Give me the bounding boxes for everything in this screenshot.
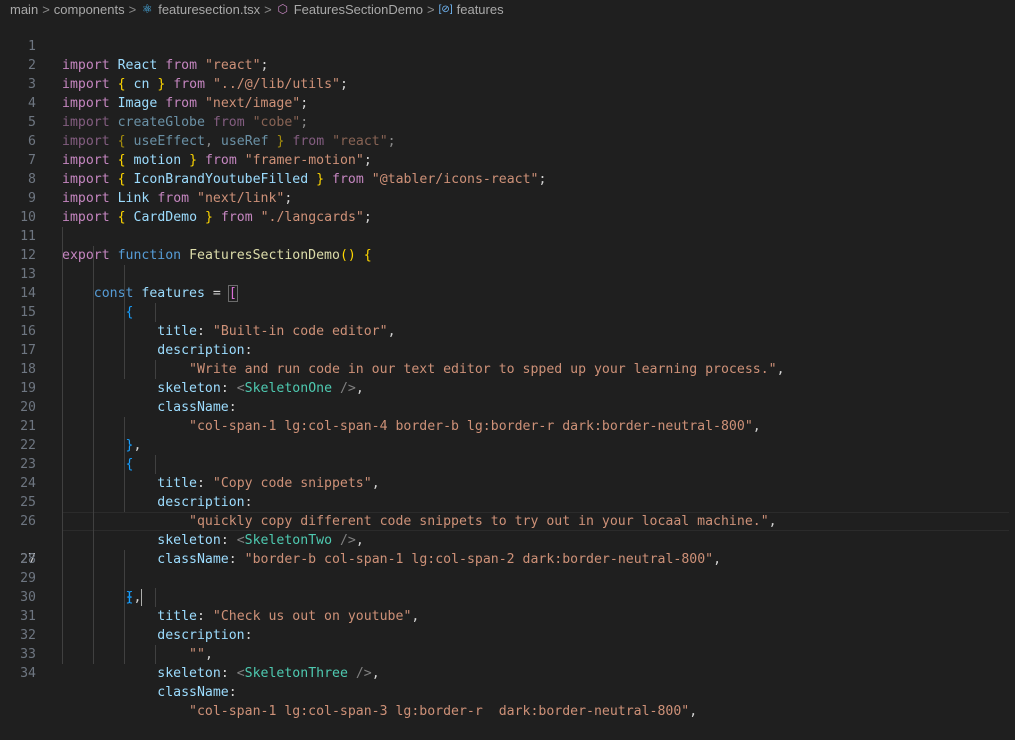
code-line[interactable]: 2 import { cn } from "../@/lib/utils"; xyxy=(0,37,1015,92)
variable-symbol-icon: [⊘] xyxy=(438,3,453,15)
breadcrumb-separator: > xyxy=(427,1,435,17)
breadcrumb-item-main[interactable]: main xyxy=(10,2,38,17)
code-line[interactable]: 29 title: "Check us out on youtube", xyxy=(0,550,1015,624)
code-line[interactable]: 4 import createGlobe from "cobe"; xyxy=(0,75,1015,130)
code-line[interactable]: 28 { xyxy=(0,531,1015,605)
breadcrumb-item-components[interactable]: components xyxy=(54,2,125,17)
breadcrumb-item-function[interactable]: FeaturesSectionDemo xyxy=(294,2,423,17)
code-line[interactable]: 9 import { CardDemo } from "./langcards"… xyxy=(0,170,1015,225)
code-line[interactable]: 20 }, xyxy=(0,379,1015,453)
code-line[interactable]: 31 "", xyxy=(0,588,1015,662)
code-line[interactable]: 12 const features = [ xyxy=(0,227,1015,302)
code-line[interactable]: 32 skeleton: <SkeletonThree />, xyxy=(0,607,1015,681)
code-line[interactable]: 15 description: xyxy=(0,284,1015,358)
code-line[interactable]: 6 import { motion } from "framer-motion"… xyxy=(0,113,1015,168)
code-line[interactable]: 34 "col-span-1 lg:col-span-3 lg:border-r… xyxy=(0,645,1015,719)
code-line[interactable]: 1 import React from "react"; xyxy=(0,18,1015,73)
code-line[interactable]: 30 description: xyxy=(0,569,1015,643)
code-line[interactable]: 7 import { IconBrandYoutubeFilled } from… xyxy=(0,132,1015,187)
breadcrumb-item-file[interactable]: featuresection.tsx xyxy=(158,2,260,17)
code-line[interactable]: 3 import Image from "next/image"; xyxy=(0,56,1015,111)
breadcrumb: main > components > ⚛ featuresection.tsx… xyxy=(0,0,1015,18)
breadcrumb-item-variable[interactable]: features xyxy=(457,2,504,17)
code-editor[interactable]: 1 import React from "react"; 2 import { … xyxy=(0,18,1015,719)
code-line[interactable]: 14 title: "Built-in code editor", xyxy=(0,265,1015,339)
code-line[interactable]: 10 xyxy=(0,189,1015,225)
breadcrumb-separator: > xyxy=(128,1,137,17)
breadcrumb-separator: > xyxy=(42,1,50,17)
function-symbol-icon: ⬡ xyxy=(277,2,288,16)
code-line-active[interactable]: 27 }, xyxy=(0,512,1015,606)
breadcrumb-separator: > xyxy=(264,1,272,17)
code-line[interactable]: 18 className: xyxy=(0,341,1015,415)
code-line[interactable]: 24 "quickly copy different code snippets… xyxy=(0,455,1015,529)
code-line[interactable]: 22 title: "Copy code snippets", xyxy=(0,417,1015,491)
line-number: 34 xyxy=(20,666,36,681)
react-file-icon: ⚛ xyxy=(141,2,153,16)
code-line[interactable]: 5 import { useEffect, useRef } from "rea… xyxy=(0,94,1015,149)
code-line[interactable]: 25 skeleton: <SkeletonTwo />, xyxy=(0,474,1015,548)
code-line[interactable]: 33 className: xyxy=(0,626,1015,700)
code-line[interactable]: 8 import Link from "next/link"; xyxy=(0,151,1015,206)
code-line[interactable]: 19 "col-span-1 lg:col-span-4 border-b lg… xyxy=(0,360,1015,434)
code-line[interactable]: 16 "Write and run code in our text edito… xyxy=(0,303,1015,377)
code-line[interactable]: 17 skeleton: <SkeletonOne />, xyxy=(0,322,1015,396)
code-line[interactable]: 23 description: xyxy=(0,436,1015,510)
code-line[interactable]: 13 { xyxy=(0,246,1015,320)
code-line[interactable]: 11 export function FeaturesSectionDemo()… xyxy=(0,208,1015,263)
code-line[interactable]: 21 { xyxy=(0,398,1015,472)
code-line[interactable]: 26 className: "border-b col-span-1 lg:co… xyxy=(0,493,1015,567)
